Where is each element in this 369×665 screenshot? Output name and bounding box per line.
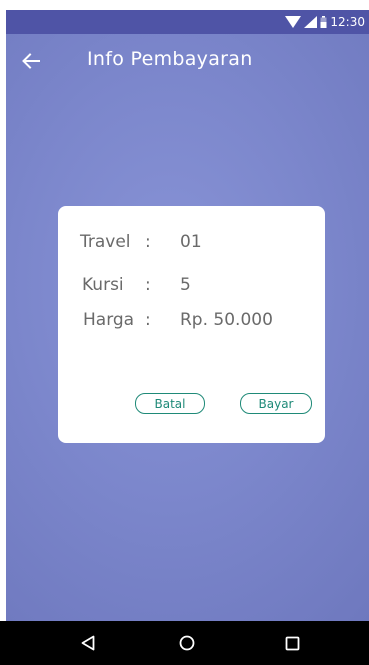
status-time: 12:30	[330, 15, 365, 29]
kursi-label: Kursi	[82, 275, 124, 295]
home-circle-icon	[179, 635, 195, 651]
nav-back-button[interactable]	[74, 629, 102, 657]
cell-signal-icon	[304, 16, 318, 28]
harga-value: Rp. 50.000	[180, 310, 273, 330]
nav-home-button[interactable]	[173, 629, 201, 657]
wifi-icon	[285, 16, 302, 28]
status-bar: 12:30	[6, 10, 369, 34]
system-nav-bar	[0, 621, 369, 665]
app-bar: Info Pembayaran	[6, 34, 369, 90]
harga-separator: :	[145, 310, 151, 330]
travel-value: 01	[180, 232, 202, 252]
kursi-separator: :	[145, 275, 151, 295]
travel-label: Travel	[80, 232, 131, 252]
travel-separator: :	[145, 232, 151, 252]
battery-icon	[320, 16, 327, 28]
cancel-button[interactable]: Batal	[135, 393, 205, 414]
kursi-value: 5	[180, 275, 191, 295]
back-button[interactable]	[16, 46, 46, 76]
arrow-left-icon	[22, 53, 40, 69]
phone-screen: 12:30 Info Pembayaran Travel : 01 Kursi …	[0, 0, 369, 665]
page-title: Info Pembayaran	[87, 48, 253, 70]
app-window: 12:30 Info Pembayaran Travel : 01 Kursi …	[6, 10, 369, 621]
status-icons: 12:30	[285, 10, 365, 34]
harga-label: Harga	[83, 310, 135, 330]
pay-button[interactable]: Bayar	[240, 393, 312, 414]
nav-recents-button[interactable]	[278, 629, 306, 657]
recents-square-icon	[285, 636, 299, 650]
payment-info-card: Travel : 01 Kursi : 5 Harga : Rp. 50.000…	[58, 206, 325, 443]
back-triangle-icon	[81, 635, 95, 651]
